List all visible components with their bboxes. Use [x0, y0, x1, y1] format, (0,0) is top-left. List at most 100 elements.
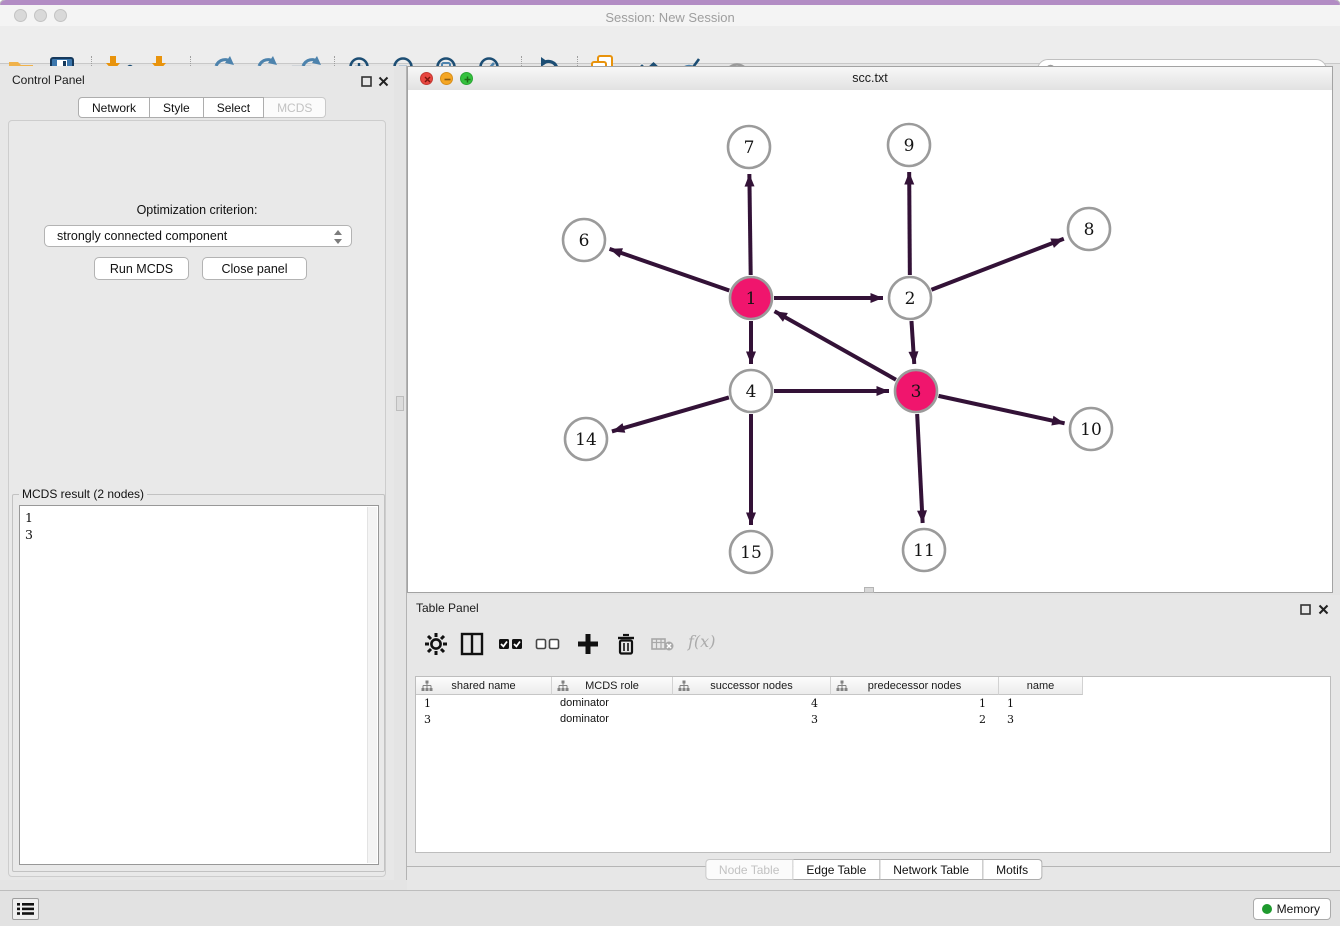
graph-node-label: 14: [575, 430, 597, 450]
window-titlebar: Session: New Session: [0, 5, 1340, 26]
task-history-button[interactable]: [12, 898, 39, 920]
memory-button[interactable]: Memory: [1253, 898, 1331, 920]
tree-icon: [678, 680, 690, 698]
graph-node[interactable]: 11: [903, 529, 945, 571]
add-column-icon[interactable]: [575, 631, 601, 657]
graph-edge[interactable]: [931, 239, 1063, 290]
graph-edge[interactable]: [911, 321, 914, 364]
table-cell: 3: [416, 711, 552, 727]
network-title: scc.txt: [408, 71, 1332, 85]
graph-node[interactable]: 4: [730, 370, 772, 412]
table-cell: dominator: [552, 695, 673, 711]
node-table[interactable]: shared name MCDS role successor nodes pr…: [415, 676, 1331, 853]
graph-node[interactable]: 3: [895, 370, 937, 412]
node-table-body: 1dominator4113dominator323: [416, 695, 1330, 727]
graph-node[interactable]: 7: [728, 126, 770, 168]
graph-edge[interactable]: [749, 174, 750, 275]
tab-network-table[interactable]: Network Table: [880, 859, 983, 880]
close-panel-button[interactable]: Close panel: [202, 257, 307, 280]
trash-icon[interactable]: [613, 631, 639, 657]
column-label: shared name: [451, 680, 515, 692]
window-title: Session: New Session: [0, 10, 1340, 25]
function-builder-icon: f(x): [688, 632, 714, 658]
float-icon[interactable]: [361, 74, 372, 92]
table-row[interactable]: 3dominator323: [416, 711, 1330, 727]
graph-node-label: 7: [744, 138, 755, 158]
column-label: name: [1027, 680, 1055, 692]
close-icon[interactable]: [1318, 602, 1329, 620]
columns-icon[interactable]: [459, 631, 485, 657]
tree-icon: [557, 680, 569, 698]
criterion-dropdown[interactable]: strongly connected component: [44, 225, 352, 247]
tab-style[interactable]: Style: [150, 97, 204, 118]
select-all-icon[interactable]: [498, 631, 524, 657]
graph-node-label: 8: [1084, 220, 1095, 240]
table-cell: 3: [999, 711, 1083, 727]
graph-node-label: 10: [1080, 420, 1102, 440]
column-header-shared-name[interactable]: shared name: [416, 677, 552, 695]
graph-node-label: 11: [913, 541, 935, 561]
deselect-all-icon[interactable]: [535, 631, 561, 657]
vertical-splitter-grip[interactable]: [396, 396, 404, 411]
network-graph[interactable]: 1 2 3 4 6 7 8 9 10 11 14 15: [408, 90, 1332, 592]
graph-node[interactable]: 14: [565, 418, 607, 460]
graph-edge[interactable]: [938, 396, 1064, 423]
graph-edge[interactable]: [909, 172, 910, 275]
table-panel: Table Panel: [407, 595, 1340, 890]
mcds-result-group: MCDS result (2 nodes) 1 3: [12, 494, 385, 872]
application-window: Session: New Session: [0, 0, 1340, 926]
graph-node[interactable]: 9: [888, 124, 930, 166]
graph-node[interactable]: 2: [889, 277, 931, 319]
mcds-result-text: 1 3: [25, 509, 33, 543]
column-header-mcds-role[interactable]: MCDS role: [552, 677, 673, 695]
tab-mcds[interactable]: MCDS: [264, 97, 326, 118]
graph-edge[interactable]: [610, 249, 730, 291]
criterion-value: strongly connected component: [57, 229, 227, 243]
control-panel-tabs: Network Style Select MCDS: [78, 97, 326, 118]
graph-node-label: 15: [740, 543, 762, 563]
column-label: successor nodes: [710, 680, 793, 692]
tab-motifs[interactable]: Motifs: [983, 859, 1042, 880]
column-header-predecessor-nodes[interactable]: predecessor nodes: [831, 677, 999, 695]
table-panel-title: Table Panel: [416, 601, 479, 615]
graph-node[interactable]: 10: [1070, 408, 1112, 450]
optimization-criterion-label: Optimization criterion:: [0, 203, 394, 217]
table-row[interactable]: 1dominator411: [416, 695, 1330, 711]
column-header-name[interactable]: name: [999, 677, 1083, 695]
tab-edge-table[interactable]: Edge Table: [793, 859, 880, 880]
graph-node-label: 4: [746, 382, 757, 402]
vertical-splitter[interactable]: [394, 66, 407, 880]
horizontal-splitter-grip[interactable]: [864, 587, 874, 593]
graph-edge[interactable]: [775, 311, 896, 379]
table-cell: 1: [416, 695, 552, 711]
node-table-header: shared name MCDS role successor nodes pr…: [416, 677, 1330, 695]
table-cell: 4: [673, 695, 831, 711]
graph-node-label: 9: [904, 136, 915, 156]
table-cell: 1: [831, 695, 999, 711]
network-window-titlebar[interactable]: scc.txt: [408, 67, 1332, 91]
graph-node[interactable]: 6: [563, 219, 605, 261]
column-header-successor-nodes[interactable]: successor nodes: [673, 677, 831, 695]
dropdown-stepper-icon: [334, 230, 343, 244]
table-cell: 2: [831, 711, 999, 727]
graph-node-label: 6: [579, 231, 590, 251]
run-mcds-button[interactable]: Run MCDS: [94, 257, 189, 280]
tab-node-table[interactable]: Node Table: [705, 859, 794, 880]
graph-node-label: 1: [746, 289, 757, 309]
main-toolbar: [0, 26, 1340, 64]
tree-icon: [836, 680, 848, 698]
graph-node[interactable]: 15: [730, 531, 772, 573]
network-canvas[interactable]: 1 2 3 4 6 7 8 9 10 11 14 15: [408, 90, 1332, 592]
graph-edge[interactable]: [612, 397, 729, 431]
graph-node[interactable]: 8: [1068, 208, 1110, 250]
graph-node[interactable]: 1: [730, 277, 772, 319]
float-icon[interactable]: [1300, 602, 1311, 620]
mcds-result-title: MCDS result (2 nodes): [19, 487, 147, 501]
close-icon[interactable]: [378, 74, 389, 92]
graph-edge[interactable]: [917, 414, 922, 523]
result-scrollbar[interactable]: [367, 507, 377, 863]
mcds-result-box[interactable]: 1 3: [19, 505, 379, 865]
gear-icon[interactable]: [423, 631, 449, 657]
tab-network[interactable]: Network: [78, 97, 150, 118]
tab-select[interactable]: Select: [204, 97, 264, 118]
